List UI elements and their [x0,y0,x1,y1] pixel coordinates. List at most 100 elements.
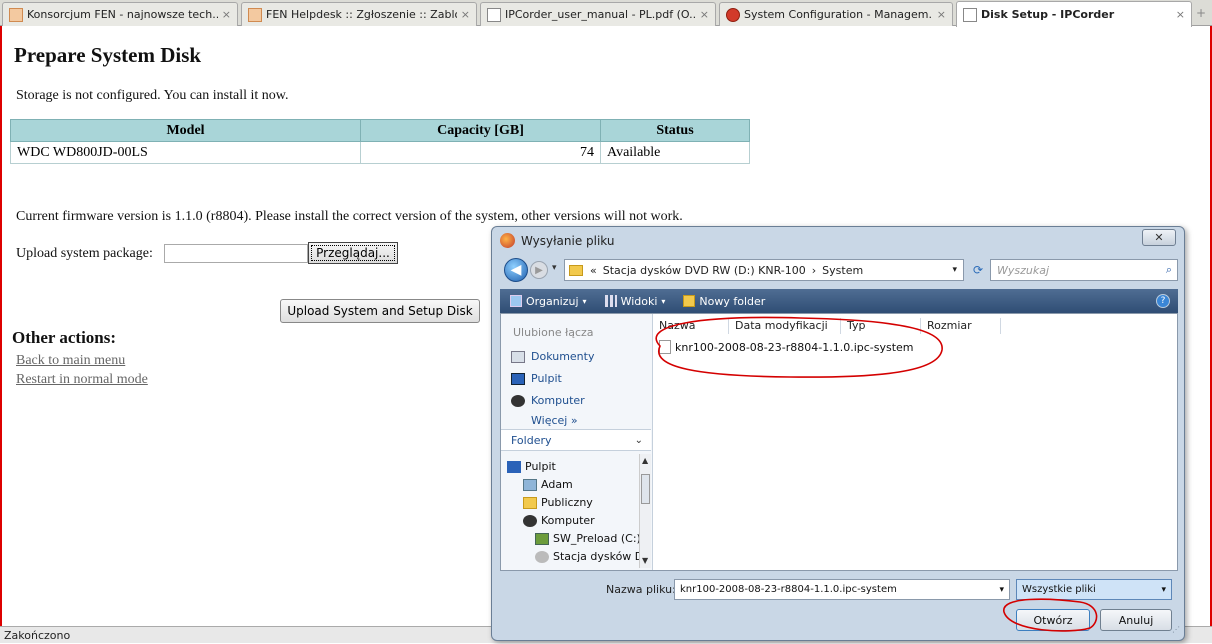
tree-item-pulpit[interactable]: Pulpit [507,460,556,473]
list-item[interactable]: knr100-2008-08-23-r8804-1.1.0.ipc-system [659,340,914,354]
tree-item-sw-preload[interactable]: SW_Preload (C:) [535,532,641,545]
tab-ipcorder-manual[interactable]: IPCorder_user_manual - PL.pdf (O... × [480,2,716,26]
scrollbar-thumb[interactable] [641,474,650,504]
breadcrumb-separator-icon: › [811,263,817,277]
tab-close-icon[interactable]: × [461,8,470,21]
favorites-header: Ulubione łącza [513,326,594,339]
favorite-dokumenty[interactable]: Dokumenty [511,350,594,363]
filename-value: knr100-2008-08-23-r8804-1.1.0.ipc-system [680,584,897,595]
favorite-pulpit[interactable]: Pulpit [511,372,562,385]
tab-close-icon[interactable]: × [937,8,946,21]
computer-icon [523,514,537,527]
back-arrow-icon[interactable]: ◀ [504,258,528,282]
document-icon [487,7,501,22]
organize-menu[interactable]: Organizuj ▾ [510,295,587,308]
folders-scrollbar[interactable]: ▲ ▼ [639,454,651,568]
cancel-button[interactable]: Anuluj [1100,609,1172,631]
column-header-capacity: Capacity [GB] [360,119,601,142]
computer-icon [511,394,525,407]
tab-close-icon[interactable]: × [1176,8,1185,21]
dialog-close-button[interactable]: ✕ [1142,229,1176,246]
column-header-name[interactable]: Nazwa [653,318,729,334]
favorite-label: Więcej » [531,414,578,427]
new-folder-icon [683,295,696,307]
dialog-title-text: Wysyłanie pliku [521,233,615,248]
new-tab-icon[interactable]: + [1196,6,1206,20]
tree-label: Adam [541,478,573,491]
upload-label: Upload system package: [16,246,153,261]
chevron-down-icon[interactable]: ▾ [1161,585,1166,595]
tab-disk-setup[interactable]: Disk Setup - IPCorder × [956,1,1192,27]
tab-close-icon[interactable]: × [700,8,709,21]
help-icon[interactable]: ? [1156,294,1170,308]
page-title: Prepare System Disk [14,43,202,67]
column-header-size[interactable]: Rozmiar [921,318,1001,334]
tree-label: Komputer [541,514,595,527]
open-button[interactable]: Otwórz [1016,609,1090,631]
tree-item-publiczny[interactable]: Publiczny [523,496,593,509]
file-icon [659,340,671,354]
upload-system-button[interactable]: Upload System and Setup Disk [280,299,480,323]
forward-arrow-icon[interactable]: ▶ [530,261,548,279]
scroll-down-icon[interactable]: ▼ [642,556,648,565]
browse-button[interactable]: Przeglądaj... [308,242,398,264]
new-folder-button[interactable]: Nowy folder [683,295,765,308]
folders-label: Foldery [511,433,552,447]
tab-label: IPCorder_user_manual - PL.pdf (O... [505,8,696,21]
upload-file-input[interactable] [164,244,308,263]
breadcrumb-drive[interactable]: Stacja dysków DVD RW (D:) KNR-100 [603,264,806,277]
views-menu[interactable]: Widoki ▾ [604,294,666,308]
chevron-down-icon[interactable]: ▾ [952,265,957,275]
file-upload-dialog: Wysyłanie pliku ✕ ◀ ▶ ▾ « Stacja dysków … [491,226,1185,641]
tab-close-icon[interactable]: × [222,8,231,21]
column-header-date[interactable]: Data modyfikacji [729,318,841,334]
folders-header[interactable]: Foldery ⌄ [501,429,651,451]
filename-input[interactable]: knr100-2008-08-23-r8804-1.1.0.ipc-system… [674,579,1010,600]
views-label: Widoki [620,294,658,308]
scroll-up-icon[interactable]: ▲ [642,456,648,465]
dialog-footer: Nazwa pliku: knr100-2008-08-23-r8804-1.1… [500,573,1178,635]
chevron-down-icon[interactable]: ⌄ [635,435,643,446]
navigation-pane: Ulubione łącza Dokumenty Pulpit Komputer… [501,314,653,570]
search-input[interactable]: Wyszukaj ⌕ [990,259,1178,281]
chevron-down-icon: ▾ [661,296,666,306]
cell-model: WDC WD800JD-00LS [10,141,361,164]
file-name: knr100-2008-08-23-r8804-1.1.0.ipc-system [675,340,914,354]
restart-normal-mode-link[interactable]: Restart in normal mode [16,372,148,388]
user-folder-icon [523,478,537,491]
other-actions-heading: Other actions: [12,328,117,347]
table-header-row: Model Capacity [GB] Status [10,119,750,142]
breadcrumb-overflow[interactable]: « [590,264,597,277]
favorite-komputer[interactable]: Komputer [511,394,585,407]
tree-item-komputer[interactable]: Komputer [523,514,595,527]
dialog-body: Ulubione łącza Dokumenty Pulpit Komputer… [500,313,1178,571]
breadcrumb-system[interactable]: System [822,264,863,277]
disk-table: Model Capacity [GB] Status WDC WD800JD-0… [10,119,750,164]
filetype-select[interactable]: Wszystkie pliki ▾ [1016,579,1172,600]
desktop-icon [511,372,525,385]
refresh-icon[interactable]: ⟳ [968,259,988,281]
tab-label: Konsorcjum FEN - najnowsze tech... [27,8,218,21]
tab-konsorcjum-fen[interactable]: Konsorcjum FEN - najnowsze tech... × [2,2,238,26]
tree-label: Publiczny [541,496,593,509]
tab-fen-helpdesk[interactable]: FEN Helpdesk :: Zgłoszenie :: Zablo... × [241,2,477,26]
new-folder-label: Nowy folder [699,294,766,308]
favorite-more[interactable]: Więcej » [531,414,578,427]
favorite-label: Dokumenty [531,350,595,363]
back-to-main-menu-link[interactable]: Back to main menu [16,353,125,369]
dialog-title: Wysyłanie pliku [500,233,614,248]
resize-grip-icon[interactable]: ⋰ [1172,625,1180,634]
history-dropdown-icon[interactable]: ▾ [552,263,557,273]
column-header-type[interactable]: Typ [841,318,921,334]
drive-icon [535,532,549,545]
address-bar[interactable]: « Stacja dysków DVD RW (D:) KNR-100 › Sy… [564,259,964,281]
cell-capacity: 74 [360,141,601,164]
organize-label: Organizuj [526,294,579,308]
tree-item-adam[interactable]: Adam [523,478,573,491]
tree-item-dvd-drive[interactable]: Stacja dysków D\ [535,550,647,563]
favorite-label: Pulpit [531,372,562,385]
search-icon[interactable]: ⌕ [1166,263,1172,277]
tab-system-configuration[interactable]: System Configuration - Managem... × [719,2,953,26]
chevron-down-icon[interactable]: ▾ [999,585,1004,595]
search-placeholder: Wyszukaj [997,263,1050,277]
